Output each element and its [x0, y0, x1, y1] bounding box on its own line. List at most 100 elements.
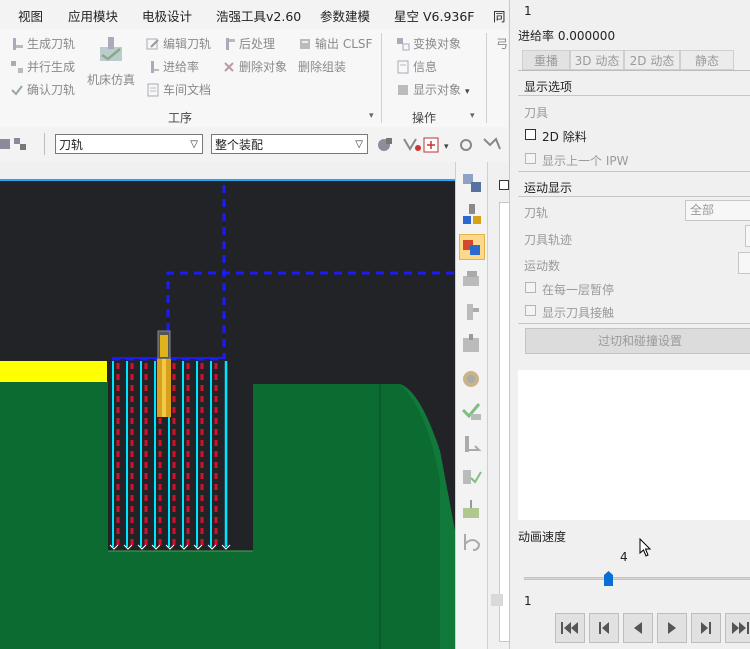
verify-toolpath-button[interactable]: 确认刀轨: [10, 81, 75, 98]
group-expand-icon[interactable]: ▾: [369, 111, 374, 121]
menu-bar: 视图 应用模块 电极设计 浩强工具v2.60 参数建模 星空 V6.936F 同: [0, 0, 508, 29]
machine-icon[interactable]: [459, 332, 485, 358]
play-reverse-button[interactable]: [623, 613, 653, 643]
tab-3d-dynamic[interactable]: 3D 动态: [570, 50, 624, 70]
menu-param-modeling[interactable]: 参数建模: [320, 6, 370, 25]
anim-speed-slider-thumb[interactable]: [603, 571, 613, 586]
selection-toolbar: 刀轨 ▽ 整个装配 ▽ ▾: [0, 127, 508, 163]
rapid-move-horizontal: [166, 271, 455, 359]
post-process-button[interactable]: 后处理: [222, 35, 275, 52]
verify-icon[interactable]: [459, 464, 485, 490]
tool-icon[interactable]: [459, 300, 485, 326]
skip-forward-icon: [732, 622, 749, 634]
rewind-start-button[interactable]: [555, 613, 585, 643]
tool-holder-icon[interactable]: [459, 202, 485, 228]
graphics-viewport[interactable]: [0, 181, 455, 649]
transform-icon: [396, 37, 410, 51]
output-clsf-button[interactable]: 输出 CLSF: [298, 35, 372, 52]
motion-count-input[interactable]: [738, 252, 750, 274]
display-object-button[interactable]: 显示对象 ▾: [396, 81, 470, 98]
menu-electrode-design[interactable]: 电极设计: [142, 6, 192, 25]
feed-rate-label: 进给率 0.000000: [518, 29, 616, 43]
group-expand-icon-2[interactable]: ▾: [470, 111, 475, 121]
ribbon-separator-2: [486, 33, 487, 123]
skip-back-icon: [561, 622, 578, 634]
check-icon[interactable]: [459, 398, 485, 424]
chevron-down-icon: ▽: [355, 139, 363, 150]
play-button[interactable]: [657, 613, 687, 643]
pause-each-layer-label: 在每一层暂停: [542, 283, 615, 297]
anim-speed-slider-track[interactable]: [524, 577, 750, 580]
transform-object-button[interactable]: 变换对象: [396, 35, 461, 52]
show-prev-ipw-checkbox[interactable]: [525, 153, 536, 164]
show-tool-contact-checkbox[interactable]: [525, 305, 536, 316]
toolpath-visualization-dialog: 1 进给率 0.000000 重播 3D 动态 2D 动态 静态 显示选项 刀具…: [509, 0, 750, 649]
navigator-checkbox[interactable]: [499, 180, 509, 190]
menu-view[interactable]: 视图: [18, 6, 43, 25]
selection-tools-icon[interactable]: [0, 135, 36, 153]
layer-icon[interactable]: [459, 266, 485, 292]
assembly-scope-combo[interactable]: 整个装配 ▽: [211, 134, 368, 154]
section-line-3: [518, 196, 750, 197]
menu-application[interactable]: 应用模块: [68, 6, 118, 25]
parallel-generate-button[interactable]: 并行生成: [10, 58, 75, 75]
play-reverse-icon: [634, 622, 642, 634]
cutting-tool: [157, 330, 171, 417]
show-tool-contact-label: 显示刀具接触: [542, 306, 615, 320]
machine-simulation-button[interactable]: 机床仿真: [86, 35, 136, 88]
navigator-panel: [487, 162, 510, 649]
generate-toolpath-button[interactable]: 生成刀轨: [10, 35, 75, 52]
post-process-icon: [222, 37, 236, 51]
feed-rate-button[interactable]: 进给率: [146, 58, 199, 75]
snap-tools-icons[interactable]: ▾: [374, 134, 508, 156]
display-object-icon: [396, 83, 410, 97]
fast-forward-end-button[interactable]: [725, 613, 750, 643]
anim-speed-value: 4: [620, 550, 628, 564]
type-filter-combo[interactable]: 刀轨 ▽: [55, 134, 203, 154]
edit-toolpath-icon: [146, 37, 160, 51]
part-bottom-body: [108, 551, 253, 649]
step-forward-button[interactable]: [691, 613, 721, 643]
pause-each-layer-checkbox[interactable]: [525, 282, 536, 293]
toolpath-scene: [0, 185, 455, 649]
tab-static[interactable]: 静态: [680, 50, 734, 70]
shop-doc-button[interactable]: 车间文档: [146, 81, 211, 98]
remove-2d-label: 2D 除料: [542, 130, 587, 144]
show-prev-ipw-label: 显示上一个 IPW: [542, 154, 629, 168]
delete-object-button[interactable]: 删除对象: [222, 58, 287, 75]
shop-doc-icon: [146, 83, 160, 97]
menu-haoqiang-tools[interactable]: 浩强工具v2.60: [216, 6, 301, 25]
step-back-button[interactable]: [589, 613, 619, 643]
material-icon[interactable]: [459, 366, 485, 392]
section-line-4: [518, 323, 750, 324]
machine-simulation-icon: [96, 35, 126, 65]
remove-2d-checkbox[interactable]: [525, 129, 536, 140]
tool-trace-select[interactable]: [745, 225, 750, 247]
part-right-body: [253, 384, 455, 649]
edit-toolpath-button[interactable]: 编辑刀轨: [146, 35, 211, 52]
ribbon-extra-item[interactable]: 弓: [496, 35, 508, 52]
menu-tong[interactable]: 同: [493, 6, 506, 25]
anim-speed-label: 动画速度: [518, 530, 567, 544]
display-resource-icon[interactable]: [459, 170, 485, 196]
ribbon-separator: [381, 33, 382, 123]
resource-bar: [455, 162, 488, 649]
chevron-down-icon: ▽: [190, 139, 198, 150]
delete-assembly-button[interactable]: 删除组装: [298, 58, 346, 75]
undo-icon[interactable]: [459, 530, 485, 556]
move-icon[interactable]: [459, 498, 485, 524]
info-button[interactable]: 信息: [396, 58, 437, 75]
menu-xingkong[interactable]: 星空 V6.936F: [394, 6, 475, 25]
path-icon[interactable]: [459, 432, 485, 458]
section-line: [518, 95, 750, 96]
toolpath-label: 刀轨: [524, 206, 549, 220]
tab-2d-dynamic[interactable]: 2D 动态: [624, 50, 680, 70]
toolpath-display-select[interactable]: 全部: [685, 200, 750, 221]
cut-collision-settings-button[interactable]: 过切和碰撞设置: [525, 328, 750, 354]
info-icon: [396, 60, 410, 74]
active-view-icon[interactable]: [459, 234, 485, 260]
tab-replay[interactable]: 重播: [522, 50, 570, 70]
dialog-blank-area: [518, 370, 750, 520]
scrollbar-thumb[interactable]: [491, 594, 503, 606]
parallel-generate-icon: [10, 60, 24, 74]
